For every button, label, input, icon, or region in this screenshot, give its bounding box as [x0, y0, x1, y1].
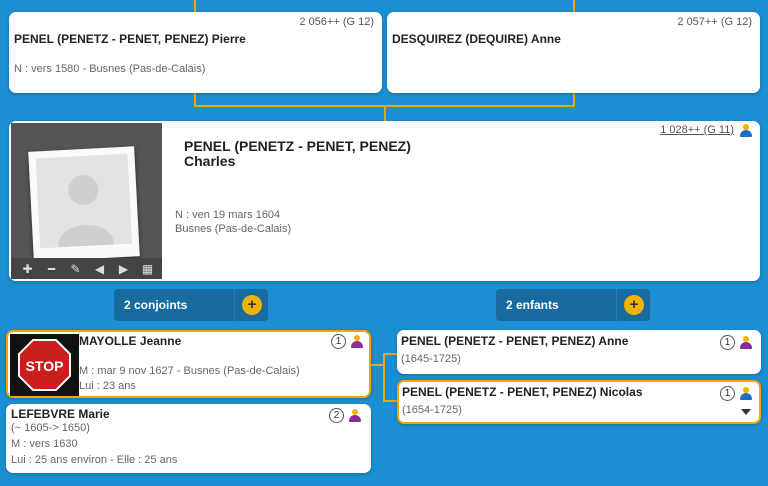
avatar-placeholder-icon	[35, 153, 133, 249]
focus-name-line1: PENEL (PENETZ - PENET, PENEZ)	[184, 138, 411, 154]
mother-name[interactable]: DESQUIREZ (DEQUIRE) Anne	[392, 32, 561, 46]
life-dates: (~ 1605-> 1650)	[11, 422, 90, 434]
life-dates: (1645-1725)	[401, 353, 461, 365]
father-ref[interactable]: 2 056++ (G 12)	[299, 16, 374, 28]
union-number-badge: 2	[329, 408, 344, 423]
life-dates: (1654-1725)	[402, 404, 462, 416]
female-person-icon	[349, 409, 361, 422]
add-child-button[interactable]: +	[616, 289, 650, 321]
photo-toolbar: ✚ ━ ✎ ◀ ▶ ▦	[11, 258, 162, 279]
spouse-photo[interactable]: STOP	[10, 334, 79, 396]
spouse-card-2[interactable]: LEFEBVRE Marie 2 (~ 1605-> 1650) M : ver…	[6, 404, 371, 473]
focus-name-line2: Charles	[184, 153, 236, 169]
spouses-toggle[interactable]: 2 conjoints +	[114, 289, 268, 321]
child-card-1[interactable]: PENEL (PENETZ - PENET, PENEZ) Anne 1 (16…	[397, 330, 761, 374]
union-number-badge: 1	[720, 335, 735, 350]
father-name[interactable]: PENEL (PENETZ - PENET, PENEZ) Pierre	[14, 32, 246, 46]
female-person-icon	[351, 335, 363, 348]
mother-card[interactable]: 2 057++ (G 12) DESQUIREZ (DEQUIRE) Anne	[387, 12, 760, 93]
male-person-icon	[740, 124, 752, 137]
minus-icon[interactable]: ━	[41, 262, 62, 276]
children-toggle-label: 2 enfants	[506, 298, 559, 312]
father-birth: N : vers 1580 - Busnes (Pas-de-Calais)	[14, 63, 206, 75]
focus-ref[interactable]: 1 028++ (G 11)	[660, 124, 734, 136]
focus-person-name: PENEL (PENETZ - PENET, PENEZ) Charles	[184, 139, 411, 169]
pencil-icon[interactable]: ✎	[65, 262, 86, 276]
next-icon[interactable]: ▶	[113, 262, 134, 276]
child-link-1	[383, 353, 397, 355]
add-child-icon: +	[624, 295, 644, 315]
family-link-out	[370, 364, 384, 366]
stop-sign-text: STOP	[26, 358, 64, 374]
child-name[interactable]: PENEL (PENETZ - PENET, PENEZ) Anne	[401, 334, 628, 348]
spouse-card-1[interactable]: STOP MAYOLLE Jeanne 1 M : mar 9 nov 1627…	[6, 330, 371, 398]
spouse-name[interactable]: MAYOLLE Jeanne	[79, 334, 181, 348]
plus-icon[interactable]: ✚	[17, 262, 38, 276]
age-info: Lui : 23 ans	[79, 380, 136, 392]
father-connector	[194, 0, 196, 12]
spouses-toggle-label: 2 conjoints	[124, 298, 188, 312]
photo-frame	[28, 146, 140, 262]
child-card-2[interactable]: PENEL (PENETZ - PENET, PENEZ) Nicolas 1 …	[397, 380, 761, 424]
person-photo[interactable]: ✚ ━ ✎ ◀ ▶ ▦	[11, 123, 162, 279]
age-info: Lui : 25 ans environ - Elle : 25 ans	[11, 454, 178, 466]
male-person-icon	[740, 387, 752, 400]
father-card[interactable]: 2 056++ (G 12) PENEL (PENETZ - PENET, PE…	[9, 12, 382, 93]
focus-place: Busnes (Pas-de-Calais)	[175, 223, 292, 235]
film-icon[interactable]: ▦	[137, 262, 158, 276]
parents-link-down	[384, 105, 386, 122]
child-name[interactable]: PENEL (PENETZ - PENET, PENEZ) Nicolas	[402, 385, 643, 399]
mother-connector	[573, 0, 575, 12]
focus-birth: N : ven 19 mars 1604	[175, 209, 281, 221]
add-spouse-button[interactable]: +	[234, 289, 268, 321]
marriage-info: M : vers 1630	[11, 438, 78, 450]
family-link-vertical	[383, 353, 385, 401]
mother-ref[interactable]: 2 057++ (G 12)	[677, 16, 752, 28]
female-person-icon	[740, 336, 752, 349]
children-toggle[interactable]: 2 enfants +	[496, 289, 650, 321]
union-number-badge: 1	[720, 386, 735, 401]
chevron-down-icon[interactable]	[741, 409, 751, 415]
union-number-badge: 1	[331, 334, 346, 349]
add-spouse-icon: +	[242, 295, 262, 315]
spouse-name[interactable]: LEFEBVRE Marie	[11, 407, 110, 421]
marriage-info: M : mar 9 nov 1627 - Busnes (Pas-de-Cala…	[79, 365, 300, 377]
focus-person-card: ✚ ━ ✎ ◀ ▶ ▦ PENEL (PENETZ - PENET, PENEZ…	[9, 121, 760, 281]
prev-icon[interactable]: ◀	[89, 262, 110, 276]
child-link-2	[383, 400, 397, 402]
